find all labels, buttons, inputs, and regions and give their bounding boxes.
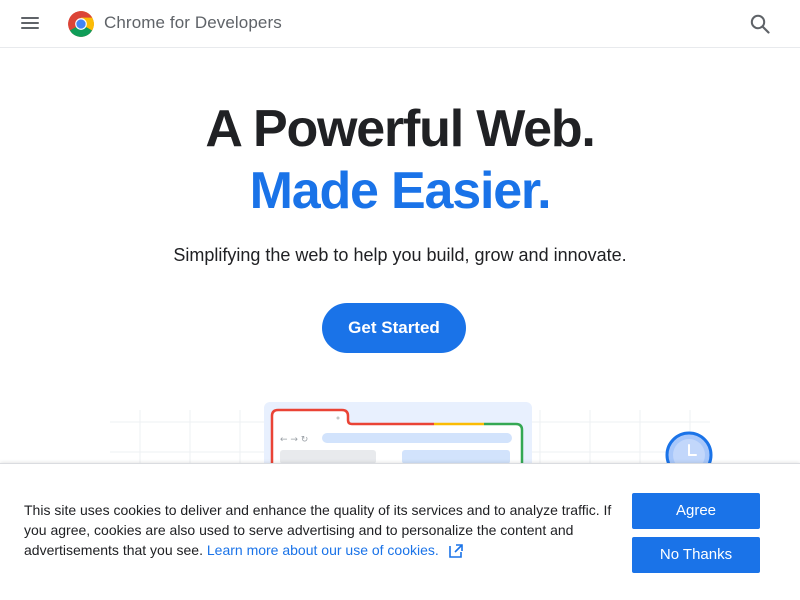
agree-button[interactable]: Agree — [632, 493, 760, 529]
learn-more-cookies-link[interactable]: Learn more about our use of cookies. — [207, 542, 439, 558]
brand-name[interactable]: Chrome for Developers — [104, 13, 282, 33]
hamburger-menu-icon[interactable] — [19, 14, 43, 34]
open-in-new-icon[interactable] — [448, 544, 463, 558]
get-started-button[interactable]: Get Started — [322, 303, 466, 353]
hero-title: A Powerful Web. — [205, 100, 596, 158]
no-thanks-button[interactable]: No Thanks — [632, 537, 760, 573]
cookie-message: This site uses cookies to deliver and en… — [24, 500, 614, 560]
svg-text:← → ↻: ← → ↻ — [280, 435, 308, 445]
chrome-logo-icon[interactable] — [67, 10, 95, 38]
search-icon[interactable] — [748, 12, 772, 36]
hero-title-accent: Made Easier. — [249, 162, 552, 220]
browser-illustration: ← → ↻ — [264, 402, 532, 472]
hero-subtitle: Simplifying the web to help you build, g… — [173, 245, 627, 265]
cookie-consent-banner: This site uses cookies to deliver and en… — [0, 463, 800, 600]
top-app-bar: Chrome for Developers — [0, 0, 800, 48]
